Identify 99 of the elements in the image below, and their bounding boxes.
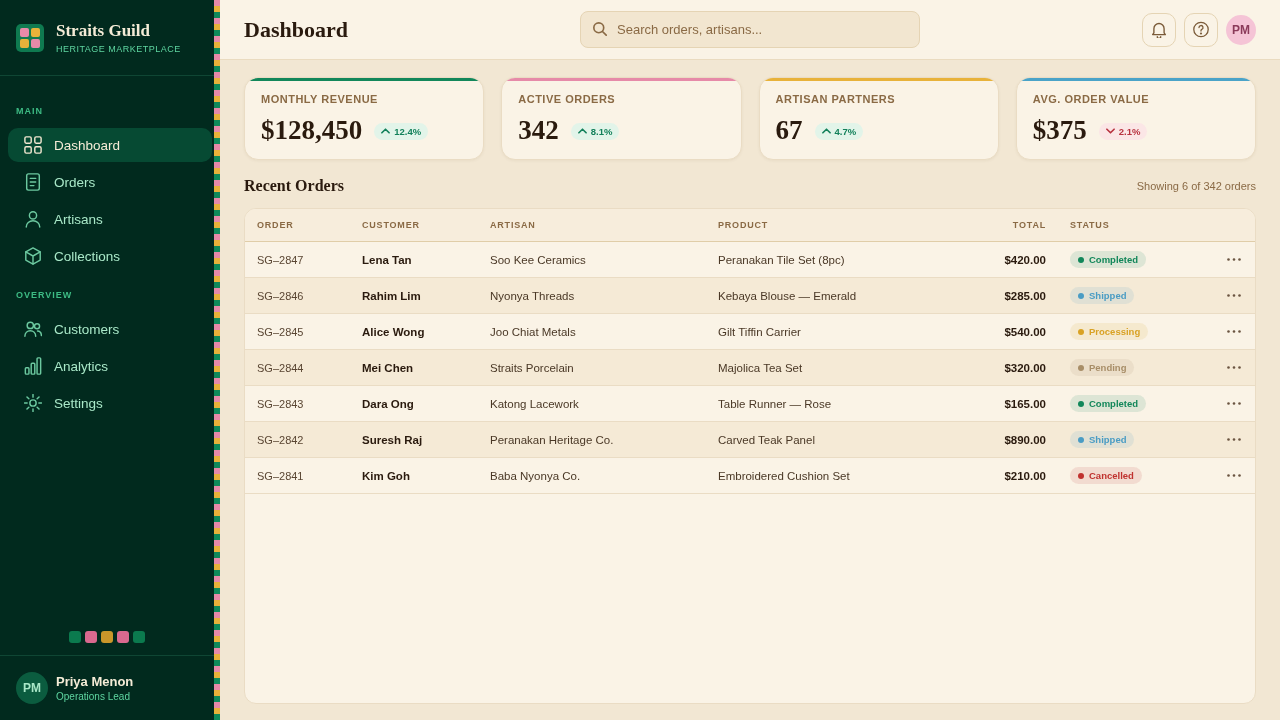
more-icon[interactable] — [1226, 366, 1241, 369]
more-icon[interactable] — [1226, 474, 1241, 477]
table-cell-text: SG–2845 — [257, 325, 305, 338]
sun-icon — [24, 394, 42, 412]
table-cell-text: SG–2842 — [257, 433, 305, 446]
nav-section-label: MAIN — [15, 106, 44, 117]
column-header: TOTAL — [1011, 220, 1046, 230]
table-cell-text: Suresh Raj — [362, 433, 424, 446]
more-icon[interactable] — [1226, 438, 1241, 441]
brand-tagline: HERITAGE MARKETPLACE — [56, 43, 181, 55]
table-cell-text: Straits Porcelain — [490, 361, 575, 374]
stat-label: ARTISAN PARTNERS — [775, 93, 897, 106]
status-text: Cancelled — [1089, 470, 1134, 481]
trend-value: 12.4% — [394, 125, 422, 137]
table-cell-text: Kebaya Blouse — Emerald — [718, 289, 858, 302]
status-text: Completed — [1089, 254, 1139, 265]
table-cell-text: Embroidered Cushion Set — [718, 469, 851, 482]
nav-item[interactable]: Collections — [8, 239, 212, 273]
table-cell-text: SG–2846 — [257, 289, 305, 302]
table-cell-text: $540.00 — [1003, 325, 1046, 338]
status-text: Completed — [1089, 398, 1139, 409]
user-name: Priya Menon — [56, 673, 134, 690]
stat-value: 342 — [518, 115, 559, 145]
table-cell-text: $285.00 — [1003, 289, 1046, 302]
table-cell-text: Carved Teak Panel — [718, 433, 816, 446]
table-cell-text: Soo Kee Ceramics — [490, 253, 587, 266]
stat-value: $375 — [1032, 115, 1087, 145]
help-icon — [1193, 21, 1209, 38]
nav-item[interactable]: Artisans — [8, 202, 212, 236]
people-icon — [24, 320, 42, 338]
grid-icon — [24, 136, 42, 154]
table-cell-text: Joo Chiat Metals — [490, 325, 577, 338]
section-title: Recent Orders — [244, 177, 344, 195]
orders-count: Showing 6 of 342 orders — [1136, 180, 1256, 192]
table-cell-text: Mei Chen — [362, 361, 415, 374]
stat-value: 67 — [775, 115, 803, 145]
document-icon — [24, 173, 42, 191]
status-text: Pending — [1089, 362, 1127, 373]
status-text: Shipped — [1089, 434, 1127, 445]
table-cell-text: SG–2847 — [257, 253, 305, 266]
more-icon[interactable] — [1226, 258, 1241, 261]
notifications-button[interactable] — [1142, 12, 1176, 47]
stat-label: AVG. ORDER VALUE — [1032, 93, 1151, 106]
table-cell-text: Table Runner — Rose — [718, 397, 833, 410]
table-cell-text: $165.00 — [1003, 397, 1046, 410]
help-button[interactable] — [1184, 12, 1218, 47]
nav-item[interactable]: Settings — [8, 386, 212, 420]
stat-label: MONTHLY REVENUE — [261, 93, 379, 106]
stat-value: $128,450 — [261, 115, 363, 145]
table-cell-text: Peranakan Tile Set (8pc) — [718, 253, 846, 266]
table-cell-text: $210.00 — [1003, 469, 1046, 482]
column-header: PRODUCT — [718, 220, 770, 230]
column-header: CUSTOMER — [362, 220, 421, 230]
trend-value: 2.1% — [1118, 125, 1141, 137]
table-cell-text: Kim Goh — [362, 469, 411, 482]
table-cell-text: $420.00 — [1003, 253, 1046, 266]
bell-icon — [1151, 21, 1167, 38]
table-cell-text: Gilt Tiffin Carrier — [718, 325, 802, 338]
nav-item[interactable]: Customers — [8, 312, 212, 346]
stat-label: ACTIVE ORDERS — [518, 93, 617, 106]
status-text: Processing — [1089, 326, 1141, 337]
person-icon — [24, 210, 42, 228]
nav-item[interactable]: Orders — [8, 165, 212, 199]
table-cell-text: Nyonya Threads — [490, 289, 576, 302]
user-avatar[interactable]: PM — [1226, 14, 1256, 45]
column-header: ORDER — [257, 220, 295, 230]
trend-value: 4.7% — [834, 125, 857, 137]
table-cell-text: SG–2843 — [257, 397, 305, 410]
search-icon — [593, 22, 607, 36]
table-cell-text: SG–2844 — [257, 361, 305, 374]
table-cell-text: Baba Nyonya Co. — [490, 469, 582, 482]
table-cell-text: Alice Wong — [362, 325, 426, 338]
cube-icon — [24, 247, 42, 265]
user-role: Operations Lead — [56, 689, 131, 703]
nav-item[interactable]: Dashboard — [8, 128, 212, 162]
bar-chart-icon — [24, 357, 42, 375]
search-field[interactable]: Search orders, artisans... — [580, 11, 920, 48]
more-icon[interactable] — [1226, 330, 1241, 333]
status-text: Shipped — [1089, 290, 1127, 301]
nav-section-label: OVERVIEW — [15, 290, 74, 301]
column-header: STATUS — [1069, 220, 1111, 230]
table-cell-text: Lena Tan — [362, 253, 413, 266]
table-cell-text: SG–2841 — [257, 469, 305, 482]
table-cell-text: Dara Ong — [362, 397, 415, 410]
table-cell-text: Katong Lacework — [490, 397, 580, 410]
brand-name: Straits Guild — [56, 20, 151, 41]
nav-item[interactable]: Analytics — [8, 349, 212, 383]
table-cell-text: $890.00 — [1003, 433, 1046, 446]
table-cell-text: Majolica Tea Set — [718, 361, 804, 374]
table-cell-text: $320.00 — [1003, 361, 1046, 374]
user-avatar[interactable]: PM — [16, 672, 48, 704]
page-title: Dashboard — [244, 16, 348, 43]
column-header: ARTISAN — [490, 220, 537, 230]
more-icon[interactable] — [1226, 294, 1241, 297]
trend-value: 8.1% — [590, 125, 613, 137]
logo-icon — [16, 23, 44, 52]
table-cell-text: Rahim Lim — [362, 289, 422, 302]
table-cell-text: Peranakan Heritage Co. — [490, 433, 615, 446]
more-icon[interactable] — [1226, 402, 1241, 405]
